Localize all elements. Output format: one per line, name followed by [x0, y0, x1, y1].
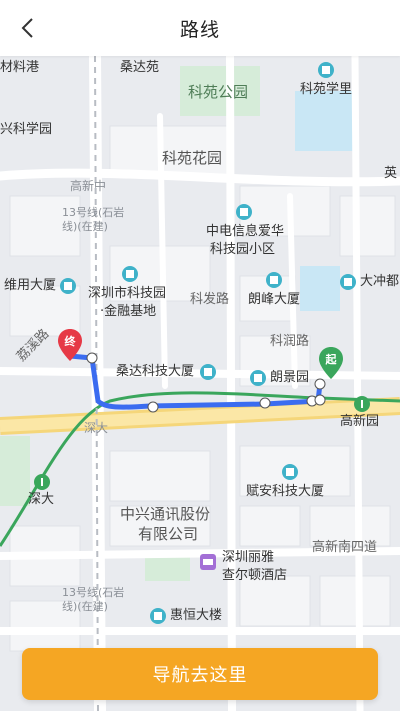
label-zte-1: 中兴通讯股份 — [120, 505, 211, 523]
metro-station-icon — [34, 474, 50, 490]
building-icon — [204, 368, 212, 376]
building-icon — [254, 374, 262, 382]
label-gaoxin-nan4: 高新南四道 — [312, 540, 378, 555]
label-shenda-station: 深大 — [28, 492, 55, 507]
label-gaoxinyuan: 高新园 — [340, 414, 380, 429]
label-dachong: 大冲都 — [360, 274, 400, 289]
label-line13-b: 13号线(石岩线)(在建) — [62, 586, 125, 613]
label-zte-2: 有限公司 — [138, 525, 199, 543]
label-keyuan-xueli: 科苑学里 — [300, 82, 353, 97]
poi-huiheng — [150, 608, 166, 624]
label-xingkexueyuan: 兴科学园 — [0, 122, 53, 137]
poi-liya-hotel — [200, 554, 216, 570]
label-cailin: 材料港 — [0, 60, 40, 75]
label-liya-2: 查尔顿酒店 — [222, 568, 288, 583]
top-bar: 路线 — [0, 0, 400, 56]
back-button[interactable] — [12, 12, 44, 44]
poi-dachong — [340, 274, 356, 290]
label-kefa-road: 科发路 — [190, 292, 230, 307]
building-icon — [270, 276, 278, 284]
label-szkjy-1: 深圳市科技园 — [88, 286, 167, 301]
building-icon — [64, 282, 72, 290]
label-line13-a: 13号线(石岩线)(在建) — [62, 206, 125, 233]
label-ying: 英 — [384, 166, 398, 181]
building-icon — [286, 468, 294, 476]
metro-station-icon — [354, 396, 370, 412]
poi-langjing — [250, 370, 266, 386]
start-marker-label: 起 — [325, 353, 337, 366]
chevron-left-icon — [21, 18, 33, 38]
poi-zhongdian — [236, 204, 252, 220]
label-keyuan-park: 科苑公园 — [188, 83, 249, 101]
end-marker[interactable]: 终 — [57, 328, 83, 362]
poi-szkjy — [122, 266, 138, 282]
poi-fuan — [282, 464, 298, 480]
route-map[interactable]: 材料港 桑达苑 科苑公园 科苑学里 兴科学园 科苑花园 高新中 13号线(石岩线… — [0, 56, 400, 711]
label-kerun-road: 科润路 — [270, 334, 310, 349]
poi-keyuan-xueli — [318, 62, 334, 78]
label-huiheng: 惠恒大楼 — [170, 608, 223, 623]
start-marker[interactable]: 起 — [318, 346, 344, 380]
end-marker-label: 终 — [64, 335, 76, 348]
label-sangda-keji: 桑达科技大厦 — [116, 364, 195, 379]
building-icon — [126, 270, 134, 278]
building-icon — [240, 208, 248, 216]
label-shenda-road: 深大 — [84, 421, 109, 435]
label-langjing: 朗景园 — [270, 370, 310, 385]
label-liya-1: 深圳丽雅 — [222, 550, 275, 565]
label-fuan: 赋安科技大厦 — [246, 484, 325, 499]
label-langfeng: 朗峰大厦 — [248, 292, 301, 307]
label-sangdayuan: 桑达苑 — [120, 60, 160, 75]
building-icon — [344, 278, 352, 286]
poi-sangda-keji — [200, 364, 216, 380]
hotel-bed-icon — [203, 559, 213, 565]
label-weiyong: 维用大厦 — [4, 278, 57, 293]
label-keyuan-huayuan: 科苑花园 — [162, 149, 223, 167]
label-zhongdian-2: 科技园小区 — [210, 242, 276, 257]
navigate-here-button[interactable]: 导航去这里 — [22, 648, 378, 700]
page-title: 路线 — [179, 18, 220, 41]
label-gaoxinzhong: 高新中 — [70, 179, 107, 193]
building-icon — [154, 612, 162, 620]
poi-langfeng — [266, 272, 282, 288]
poi-weiyong — [60, 278, 76, 294]
building-icon — [322, 66, 330, 74]
label-szkjy-2: ·金融基地 — [100, 304, 157, 319]
label-zhongdian-1: 中电信息爱华 — [206, 224, 285, 239]
